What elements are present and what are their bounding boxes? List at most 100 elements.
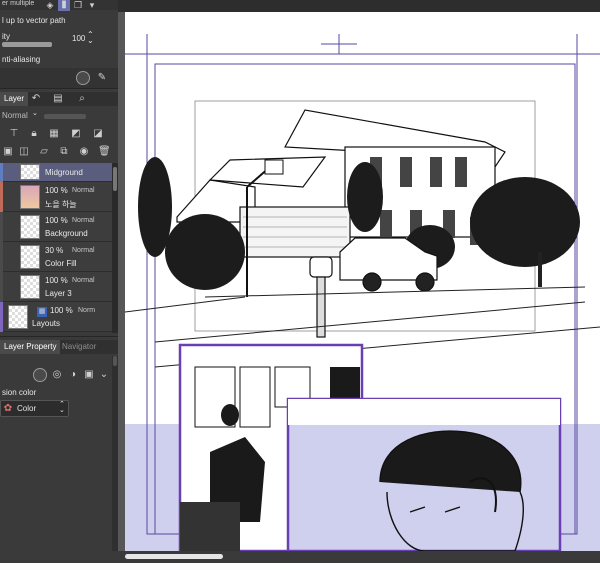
mailbox-drawing [309,256,333,338]
layer-color-bar [0,163,3,182]
reference-icon[interactable]: ▮ [58,0,70,11]
canvas-area [118,0,600,563]
layer-item[interactable]: 30 % Normal Color Fill [0,242,112,272]
color-wheel-icon: ✿ [3,403,13,414]
layer-opacity: 100 % [45,186,68,195]
layer-name: 노을 하늘 [45,200,77,209]
canvas-topbar [118,0,600,12]
artwork [125,34,600,551]
layer-color-bar [0,302,3,332]
tone-icon[interactable]: ◎ [51,369,63,381]
new-vector-icon[interactable]: ◫ [18,146,30,158]
layer-name: Background [45,229,88,238]
layer-name: Midground [45,168,83,177]
app-window: er multiple ◈ ▮ ❐ ▾ l up to vector path … [0,0,600,563]
layer-color-icon[interactable]: ▣ [83,369,95,381]
layer-name: Layer 3 [45,289,72,298]
layer-thumbnail [20,275,40,299]
layer-mode: Normal [72,187,95,194]
layer-tools-row-1: ⊤ 🔒︎ ▦ ◩ ◪ [0,126,118,142]
layer-item[interactable]: Midground [0,163,112,182]
effect-row: ◎ ◑ ▣ ⌄ [0,364,118,386]
blend-stepper-icon[interactable]: ⌄ [32,109,38,117]
clock-icon[interactable] [76,71,90,85]
auto-action-icon[interactable]: ▤ [52,93,64,105]
scroll-thumb[interactable] [125,554,223,559]
tool-property-top-label: er multiple [2,0,35,7]
layer-opacity: 100 % [50,306,73,315]
layer-tab-bar: Layer ↶ ▤ ⌕ [0,92,118,106]
tab-layer[interactable]: Layer [0,92,29,106]
layer-item[interactable]: 100 % Normal 노을 하늘 [0,182,112,212]
new-folder-icon[interactable]: ▱ [38,146,50,158]
clip-icon[interactable]: ◩ [70,128,82,140]
opacity-value[interactable]: 100 [72,34,85,43]
layer-mode: Normal [72,217,95,224]
layer-opacity: 100 % [45,216,68,225]
layer-item[interactable]: ▦ 100 % Norm Layouts [0,302,112,332]
tool-property-footer: ✎ [0,68,118,88]
dropdown-icon[interactable]: ▾ [86,0,98,11]
color-select-label: Color [17,404,37,413]
layer-thumbnail [20,245,40,269]
mask-icon[interactable]: ◉ [78,146,90,158]
layer-opacity: 30 % [45,246,64,255]
lock-transparent-icon[interactable]: ▦ [48,128,60,140]
opacity-slider[interactable] [2,42,52,47]
layer-thumbnail [8,305,28,329]
history-icon[interactable]: ↶ [30,93,42,105]
wrench-icon[interactable]: ✎ [96,72,108,84]
tab-navigator[interactable]: Navigator [58,340,100,354]
color-select-row: ✿ Color ⌃ ⌄ [0,400,118,418]
copy-icon[interactable]: ❐ [72,0,84,11]
pin-icon[interactable]: ⊤ [8,128,20,140]
layer-color-bar [0,272,3,302]
border-effect-icon[interactable] [33,368,47,382]
layer-stack-icon[interactable]: ◈ [44,0,56,11]
expression-color-label: sion color [2,388,37,397]
trash-icon[interactable]: 🗑︎ [98,146,111,158]
property-tab-bar: Layer Property Navigator [0,340,118,354]
left-panel: er multiple ◈ ▮ ❐ ▾ l up to vector path … [0,0,118,563]
tool-property-header: er multiple ◈ ▮ ❐ ▾ [0,0,118,11]
layer-color-bar [0,182,3,212]
canvas-horizontal-scrollbar[interactable] [118,551,600,563]
vector-path-row: l up to vector path [0,14,118,28]
layer-thumbnail [20,164,40,180]
antialiasing-label: nti-aliasing [2,55,41,64]
layer-tools-row-2: ▣ ◫ ▱ ⧉ ◉ 🗑︎ [0,144,118,160]
expression-color-row: sion color [0,386,118,400]
canvas-paper[interactable] [125,12,600,551]
frame-icon: ▦ [37,307,47,317]
new-raster-icon[interactable]: ▣ [2,146,14,158]
search-layer-icon[interactable]: ⌕ [76,93,88,105]
layer-item[interactable]: 100 % Normal Background [0,212,112,242]
opacity-label: ity [2,32,10,41]
reference-layer-icon[interactable]: ◪ [92,128,104,140]
transfer-icon[interactable]: ⧉ [58,146,70,158]
blend-mode-select[interactable]: Normal [2,111,28,120]
color-effect-icon[interactable]: ◑ [67,369,79,381]
layer-mode: Normal [72,277,95,284]
antialiasing-row: nti-aliasing [0,52,118,68]
layer-name: Color Fill [45,259,77,268]
layer-mode: Norm [78,307,96,314]
layer-mode: Normal [72,247,95,254]
layer-name: Layouts [32,319,61,328]
opacity-stepper-icon[interactable]: ⌃ ⌄ [87,31,94,45]
opacity-row: ity 100 ⌃ ⌄ [0,30,118,48]
blend-row: Normal ⌄ [0,108,118,124]
layer-opacity-slider[interactable] [44,114,86,119]
vector-path-label: l up to vector path [2,16,66,25]
color-select[interactable]: ✿ Color ⌃ ⌄ [0,400,69,417]
layer-thumbnail [20,215,40,239]
layer-opacity: 100 % [45,276,68,285]
tab-layer-property[interactable]: Layer Property [0,340,61,354]
layer-color-bar [0,212,3,242]
layer-thumbnail [20,185,40,209]
layer-item[interactable]: 100 % Normal Layer 3 [0,272,112,302]
lock-icon[interactable]: 🔒︎ [28,128,40,140]
color-select-stepper-icon: ⌃ ⌄ [59,401,65,414]
more-icon[interactable]: ⌄ [98,369,110,381]
layer-color-bar [0,242,3,272]
